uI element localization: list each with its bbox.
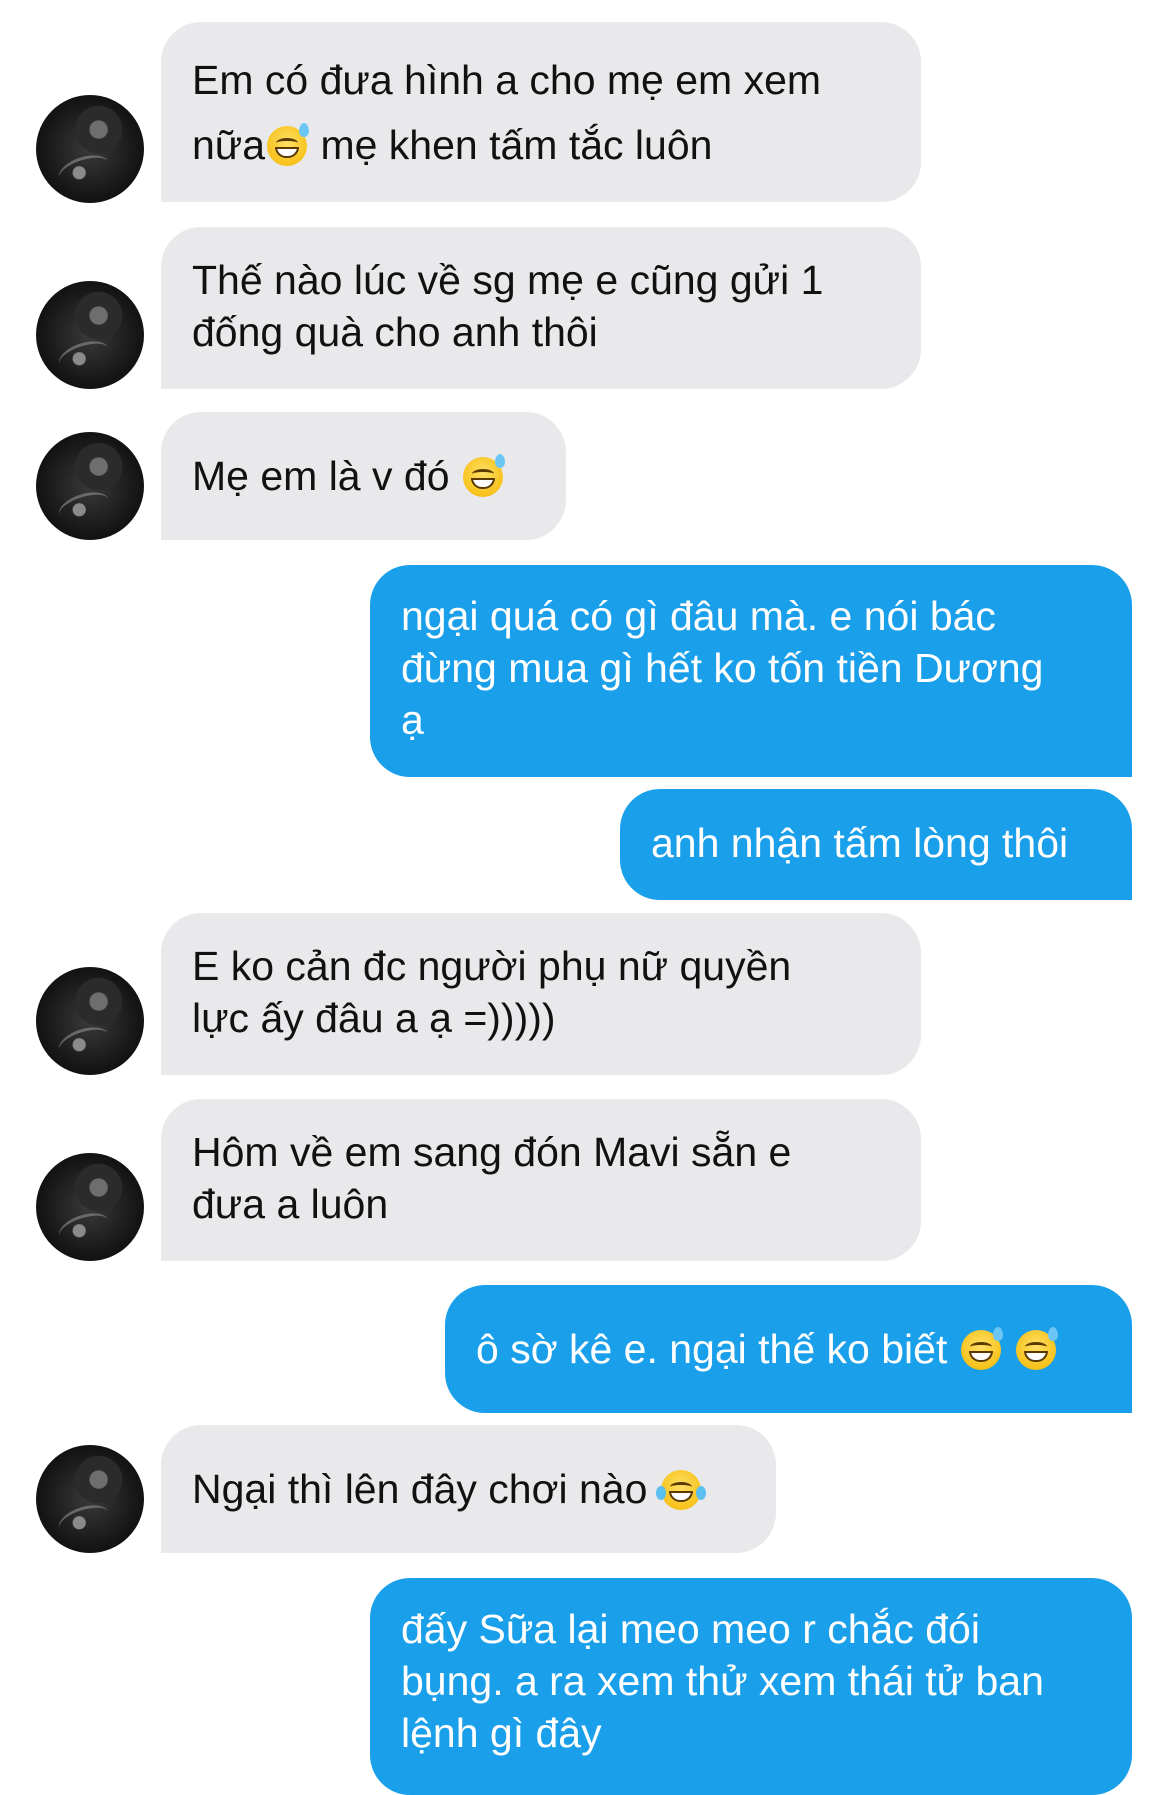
message-text: Ngại thì lên đây chơi nào xyxy=(192,1466,659,1512)
message-text: đấy Sữa lại meo meo r chắc đói bụng. a r… xyxy=(401,1606,1044,1756)
incoming-message[interactable]: E ko cản đc người phụ nữ quyền lực ấy đâ… xyxy=(161,913,921,1075)
message-row: Ngại thì lên đây chơi nào xyxy=(0,1425,1170,1553)
grinning-sweat-emoji-icon xyxy=(267,123,310,166)
outgoing-message[interactable]: anh nhận tấm lòng thôi xyxy=(620,789,1132,900)
message-text: Hôm về em sang đón Mavi sẵn e đưa a luôn xyxy=(192,1129,792,1227)
message-row: Mẹ em là v đó xyxy=(0,412,1170,540)
message-text: Mẹ em là v đó xyxy=(192,453,461,499)
grinning-sweat-emoji-icon xyxy=(960,1327,1003,1370)
outgoing-message[interactable]: ngại quá có gì đâu mà. e nói bác đừng mu… xyxy=(370,565,1132,777)
grinning-sweat-emoji-icon xyxy=(462,454,505,497)
avatar[interactable] xyxy=(36,967,144,1075)
avatar[interactable] xyxy=(36,1153,144,1261)
outgoing-message[interactable]: ô sờ kê e. ngại thế ko biết xyxy=(445,1285,1132,1413)
message-text-tail: mẹ khen tấm tắc luôn xyxy=(309,122,713,168)
message-thread: Em có đưa hình a cho mẹ em xem nữa mẹ kh… xyxy=(0,0,1170,1795)
message-text: E ko cản đc người phụ nữ quyền lực ấy đâ… xyxy=(192,943,792,1041)
message-row: ô sờ kê e. ngại thế ko biết xyxy=(0,1285,1170,1413)
message-row: Thế nào lúc về sg mẹ e cũng gửi 1 đống q… xyxy=(0,227,1170,389)
tears-of-joy-emoji-icon xyxy=(655,1470,706,1510)
message-row: Hôm về em sang đón Mavi sẵn e đưa a luôn xyxy=(0,1099,1170,1261)
message-text: Thế nào lúc về sg mẹ e cũng gửi 1 đống q… xyxy=(192,257,824,355)
message-text: ô sờ kê e. ngại thế ko biết xyxy=(476,1326,959,1372)
message-row: đấy Sữa lại meo meo r chắc đói bụng. a r… xyxy=(0,1578,1170,1795)
avatar[interactable] xyxy=(36,95,144,203)
avatar[interactable] xyxy=(36,281,144,389)
message-row: E ko cản đc người phụ nữ quyền lực ấy đâ… xyxy=(0,913,1170,1075)
avatar[interactable] xyxy=(36,432,144,540)
incoming-message[interactable]: Em có đưa hình a cho mẹ em xem nữa mẹ kh… xyxy=(161,22,921,202)
incoming-message[interactable]: Mẹ em là v đó xyxy=(161,412,566,540)
message-row: anh nhận tấm lòng thôi xyxy=(0,789,1170,900)
incoming-message[interactable]: Hôm về em sang đón Mavi sẵn e đưa a luôn xyxy=(161,1099,921,1261)
message-text: ngại quá có gì đâu mà. e nói bác đừng mu… xyxy=(401,593,1044,743)
message-text: anh nhận tấm lòng thôi xyxy=(651,820,1069,866)
avatar[interactable] xyxy=(36,1445,144,1553)
outgoing-message[interactable]: đấy Sữa lại meo meo r chắc đói bụng. a r… xyxy=(370,1578,1132,1795)
incoming-message[interactable]: Ngại thì lên đây chơi nào xyxy=(161,1425,776,1553)
grinning-sweat-emoji-icon xyxy=(1016,1327,1059,1370)
message-row: ngại quá có gì đâu mà. e nói bác đừng mu… xyxy=(0,565,1170,777)
incoming-message[interactable]: Thế nào lúc về sg mẹ e cũng gửi 1 đống q… xyxy=(161,227,921,389)
message-row: Em có đưa hình a cho mẹ em xem nữa mẹ kh… xyxy=(0,22,1170,203)
